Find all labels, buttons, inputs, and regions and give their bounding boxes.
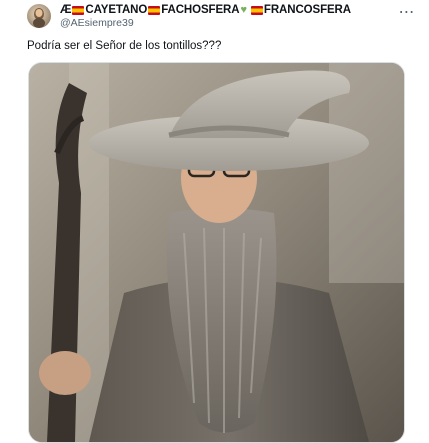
name-prefix: Æ	[60, 4, 72, 16]
spain-flag-icon	[250, 5, 263, 15]
name-part-3: FRANCOSFERA	[263, 4, 351, 16]
avatar-image	[33, 8, 45, 28]
more-options-icon[interactable]: ⋯	[399, 2, 416, 22]
spain-flag-icon	[148, 5, 161, 15]
display-name[interactable]: Æ CAYETANO FACHOSFERA ♥ FRANCOSFERA	[60, 4, 351, 16]
name-part-2: FACHOSFERA	[161, 4, 240, 16]
tweet-text: Podría ser el Señor de los tontillos???	[27, 40, 222, 52]
tweet-photo[interactable]	[28, 62, 405, 443]
user-handle[interactable]: @AEsiempre39	[60, 17, 134, 29]
green-heart-icon: ♥	[240, 4, 247, 16]
tweet[interactable]: Æ CAYETANO FACHOSFERA ♥ FRANCOSFERA @AEs…	[0, 0, 429, 443]
avatar[interactable]	[27, 4, 51, 28]
name-part-1: CAYETANO	[85, 4, 148, 16]
photo-icon	[29, 63, 404, 442]
spain-flag-icon	[72, 5, 85, 15]
